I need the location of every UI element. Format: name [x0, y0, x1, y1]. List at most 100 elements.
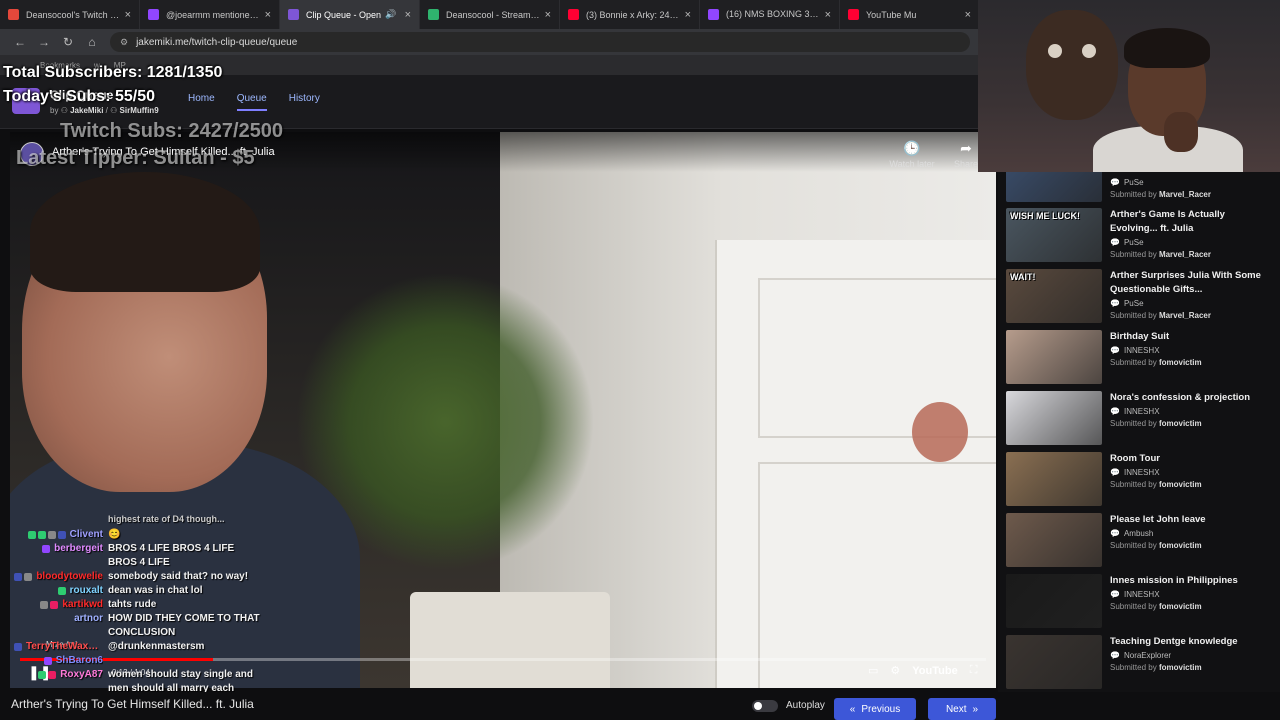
chat-username: berbergeit	[54, 543, 103, 554]
queue-item[interactable]: WAIT! Arther Surprises Julia With Some Qu…	[1006, 269, 1276, 325]
clock-icon: 🕒	[903, 140, 921, 156]
chat-message: bloodytowelie somebody said that? no way!	[14, 570, 264, 584]
url-text: jakemiki.me/twitch-clip-queue/queue	[136, 36, 298, 48]
overlay-twitch-subs: Twitch Subs: 2427/2500	[60, 120, 284, 142]
webcam-plush-eye	[1082, 44, 1096, 58]
browser-tab[interactable]: Clip Queue - Open 🔊 ×	[280, 0, 420, 29]
back-arrow-icon[interactable]: ←	[8, 35, 32, 49]
tab-close-icon[interactable]: ×	[545, 9, 551, 21]
tab-close-icon[interactable]: ×	[685, 9, 691, 21]
queue-thumbnail[interactable]: WISH ME LUCK!	[1006, 208, 1102, 262]
browser-tab[interactable]: YouTube Mu ×	[840, 0, 980, 29]
fullscreen-icon[interactable]: ⛶	[970, 664, 978, 677]
queue-thumbnail[interactable]	[1006, 574, 1102, 628]
queue-item-channel: 💬 INNESHX	[1110, 590, 1270, 599]
chat-bubble-icon: 💬	[1110, 346, 1120, 355]
queue-thumbnail[interactable]: SO HOW'S ARTHER?!	[1006, 172, 1102, 202]
settings-gear-icon[interactable]: ⚙	[890, 664, 900, 677]
overlay-todays-subs: Today's Subs: 55/50	[3, 88, 156, 105]
tab-close-icon[interactable]: ×	[405, 9, 411, 21]
queue-item[interactable]: Room Tour 💬 INNESHX Submitted by fomovictim	[1006, 452, 1276, 508]
submitted-by-label: Submitted by	[1110, 480, 1157, 489]
submitter-name: fomovictim	[1158, 541, 1202, 550]
queue-item[interactable]: Nora's confession & projection 💬 INNESHX Su…	[1006, 391, 1276, 447]
autoplay-toggle[interactable]	[752, 700, 778, 712]
tab-close-icon[interactable]: ×	[125, 9, 131, 21]
browser-tab[interactable]: @joearmm mentioned you ×	[140, 0, 280, 29]
tab-audio-icon[interactable]: 🔊	[385, 9, 396, 20]
nav-home[interactable]: Home	[188, 93, 215, 111]
browser-tab[interactable]: (16) NMS BOXING 3 🔴 - ×	[700, 0, 840, 29]
queue-item-title: Nora's confession & projection	[1110, 392, 1251, 403]
chat-cut-line: highest rate of D4 though...	[108, 514, 225, 524]
queue-item-channel: 💬 INNESHX	[1110, 346, 1270, 355]
author-link[interactable]: JakeMiki	[70, 106, 103, 115]
tab-favicon-icon	[708, 9, 719, 20]
webcam-streamer-hand	[1164, 112, 1198, 152]
chat-badges	[57, 587, 66, 595]
site-info-icon[interactable]: ⚙	[120, 37, 128, 48]
browser-tab[interactable]: (3) Bonnie x Arky: 24 Hours of ×	[560, 0, 700, 29]
chat-message: kartikwd tahts rude	[14, 598, 264, 612]
main-nav: Home Queue History	[188, 93, 320, 111]
submitter-name: fomovictim	[1158, 358, 1202, 367]
forward-arrow-icon[interactable]: →	[32, 35, 56, 49]
queue-item[interactable]: Birthday Suit 💬 INNESHX Submitted by fomovi…	[1006, 330, 1276, 386]
chat-user-block: berbergeit	[14, 542, 108, 570]
chat-message: rouxalt dean was in chat lol	[14, 584, 264, 598]
queue-item-submitter: Submitted by fomovictim	[1110, 419, 1270, 428]
youtube-logo[interactable]: YouTube	[912, 665, 957, 677]
channel-name: INNESHX	[1123, 590, 1160, 599]
queue-thumbnail[interactable]	[1006, 452, 1102, 506]
chat-badge-icon	[14, 573, 23, 581]
queue-thumbnail[interactable]: WAIT!	[1006, 269, 1102, 323]
tab-close-icon[interactable]: ×	[265, 9, 271, 21]
url-field[interactable]: ⚙ jakemiki.me/twitch-clip-queue/queue	[110, 32, 970, 52]
queue-thumbnail[interactable]	[1006, 635, 1102, 689]
watch-later-label: Watch later	[889, 159, 935, 169]
chat-user-block: artnor	[14, 612, 108, 640]
previous-button[interactable]: « Previous	[834, 698, 916, 720]
captions-icon[interactable]: ▭	[868, 664, 878, 677]
author2-link[interactable]: SirMuffin9	[120, 106, 159, 115]
chat-message: ShBaron6	[14, 654, 264, 668]
channel-name: INNESHX	[1123, 468, 1160, 477]
queue-item[interactable]: Please let John leave 💬 Ambush Submitted by…	[1006, 513, 1276, 569]
channel-name: Ambush	[1123, 529, 1154, 538]
chat-badge-icon	[42, 545, 51, 553]
queue-item-submitter: Submitted by fomovictim	[1110, 663, 1270, 672]
tab-favicon-icon	[428, 9, 439, 20]
queue-item[interactable]: WISH ME LUCK! Arther's Game Is Actually E…	[1006, 208, 1276, 264]
queue-thumbnail[interactable]	[1006, 513, 1102, 567]
queue-item-title: Room Tour	[1110, 453, 1160, 464]
chat-username: bloodytowelie	[36, 571, 103, 582]
chat-username: artnor	[74, 613, 103, 624]
chat-badge-icon	[57, 587, 66, 595]
submitter-name: fomovictim	[1158, 602, 1202, 611]
queue-thumbnail[interactable]	[1006, 391, 1102, 445]
queue-item[interactable]: Innes mission in Philippines 💬 INNESHX Subm…	[1006, 574, 1276, 630]
thumbnail-text: WISH ME LUCK!	[1010, 211, 1080, 221]
nav-queue[interactable]: Queue	[236, 93, 267, 111]
reload-icon[interactable]: ↻	[56, 35, 80, 49]
queue-item-channel: 💬 INNESHX	[1110, 468, 1270, 477]
nav-history[interactable]: History	[289, 93, 320, 111]
queue-thumbnail[interactable]	[1006, 330, 1102, 384]
chat-username: RoxyA87	[60, 669, 103, 680]
queue-item[interactable]: Teaching Dentge knowledge 💬 NoraExplorer Su…	[1006, 635, 1276, 691]
chat-text: @drunkenmastersm	[108, 641, 205, 652]
watch-later-button[interactable]: 🕒 Watch later	[882, 140, 942, 169]
home-icon[interactable]: ⌂	[80, 35, 104, 49]
queue-item-info: Arther Surprises Julia With Some Questio…	[1110, 269, 1270, 320]
tab-close-icon[interactable]: ×	[965, 9, 971, 21]
github-icon: ⚇	[110, 106, 118, 115]
queue-item-title: Arther's Game Is Actually Evolving... ft…	[1110, 209, 1225, 234]
stream-chat-overlay: highest rate of D4 though... Clivent 😊 ber…	[14, 514, 264, 710]
browser-tab[interactable]: Deansocool - Streamer Overview ×	[420, 0, 560, 29]
chat-badge-icon	[48, 671, 57, 679]
next-button[interactable]: Next »	[928, 698, 996, 720]
queue-item-channel: 💬 NoraExplorer	[1110, 651, 1270, 660]
chat-badge-icon	[40, 601, 49, 609]
browser-tab[interactable]: Deansocool's Twitch Statistic ×	[0, 0, 140, 29]
tab-close-icon[interactable]: ×	[825, 9, 831, 21]
